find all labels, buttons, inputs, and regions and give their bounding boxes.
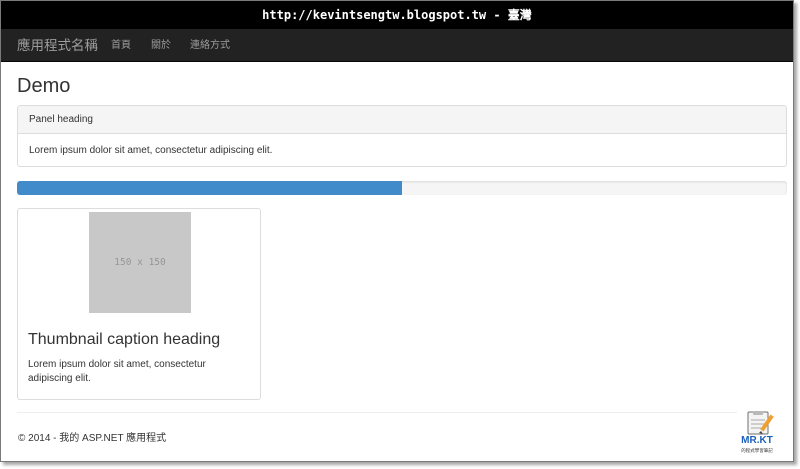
nav-link-contact[interactable]: 連絡方式 [190,29,230,62]
browser-screenshot-frame: http://kevintsengtw.blogspot.tw - 臺灣 應用程… [0,0,794,462]
nav-link-home[interactable]: 首頁 [111,29,131,62]
page-title: Demo [17,75,71,97]
footer: © 2014 - 我的 ASP.NET 應用程式 [18,429,166,444]
thumbnail-caption-text: Lorem ipsum dolor sit amet, consectetur … [28,359,206,384]
top-navbar: 應用程式名稱 首頁 關於 連絡方式 [1,29,793,62]
thumbnail-image-placeholder: 150 x 150 [89,212,191,313]
panel: Panel heading Lorem ipsum dolor sit amet… [17,105,787,167]
url-watermark-text: http://kevintsengtw.blogspot.tw - 臺灣 [262,8,532,22]
logo-tagline: 的程式學習筆記 [741,447,773,454]
progress-track [17,181,787,195]
footer-copyright: © 2014 - 我的 ASP.NET 應用程式 [18,433,167,444]
thumbnail-caption-heading: Thumbnail caption heading [28,331,221,348]
clipboard-pencil-logo-icon: MR.KT 的程式學習筆記 [741,411,774,454]
panel-heading: Panel heading [18,106,786,134]
panel-body: Lorem ipsum dolor sit amet, consectetur … [29,145,273,156]
footer-divider [17,412,737,413]
thumbnail-placeholder-label: 150 x 150 [114,257,166,268]
logo-name: MR.KT [741,435,773,446]
progress-bar-fill [17,181,402,195]
navbar-brand-link[interactable]: 應用程式名稱 [17,29,98,62]
thumbnail-card: 150 x 150 Thumbnail caption heading Lore… [17,208,261,400]
url-watermark-bar: http://kevintsengtw.blogspot.tw - 臺灣 [1,1,793,29]
nav-link-about[interactable]: 關於 [151,29,171,62]
